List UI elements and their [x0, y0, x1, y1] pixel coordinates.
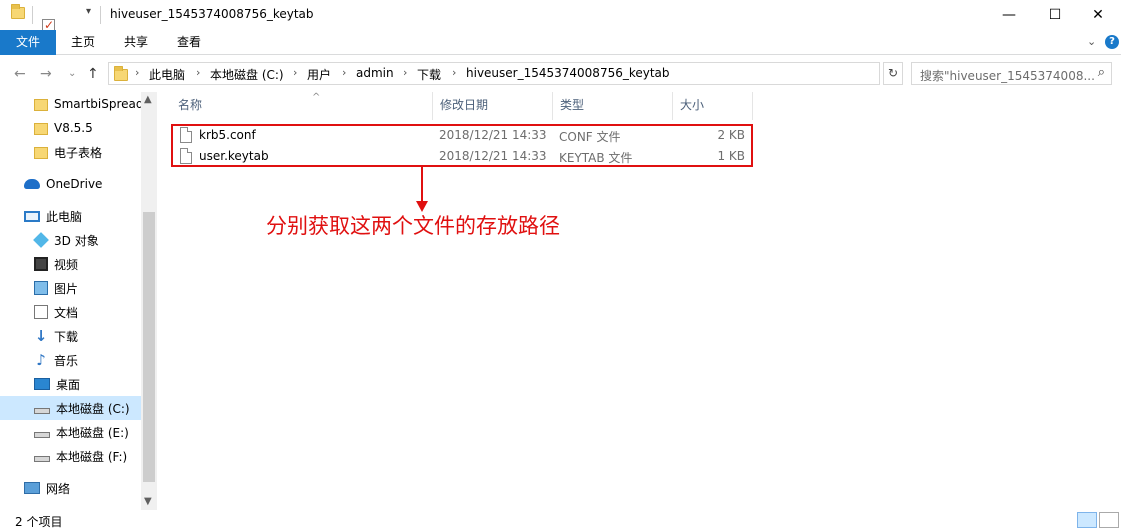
- desktop-icon: [34, 378, 50, 390]
- tab-share[interactable]: 共享: [113, 30, 159, 55]
- expand-ribbon-chevron-icon[interactable]: ⌄: [1087, 35, 1096, 48]
- search-input[interactable]: 搜索"hiveuser_1545374008... ⌕: [911, 62, 1112, 85]
- nav-item-spreadsheets[interactable]: 电子表格: [0, 140, 141, 164]
- drive-icon: [34, 408, 50, 414]
- music-icon: ♪: [36, 351, 46, 369]
- breadcrumb-separator-icon[interactable]: ›: [196, 66, 200, 79]
- status-bar: 2 个项目: [0, 510, 1121, 530]
- network-icon: [24, 482, 40, 494]
- breadcrumb-separator-icon[interactable]: ›: [135, 66, 139, 79]
- close-button[interactable]: ✕: [1075, 0, 1121, 30]
- navigation-pane: SmartbiSpread V8.5.5 电子表格 OneDrive 此电脑 3…: [0, 92, 157, 510]
- breadcrumb-separator-icon[interactable]: ›: [293, 66, 297, 79]
- refresh-button[interactable]: ↻: [883, 62, 903, 85]
- nav-item-smartbispread[interactable]: SmartbiSpread: [0, 92, 144, 116]
- annotation-arrow-line: [421, 167, 423, 205]
- folder-icon: [11, 4, 25, 19]
- scroll-down-arrow-icon[interactable]: ▼: [144, 496, 152, 507]
- pictures-icon: [34, 281, 48, 295]
- documents-icon: [34, 305, 48, 319]
- address-row: ← → ⌄ ↑ › 此电脑 › 本地磁盘 (C:) › 用户 › admin ›…: [0, 56, 1121, 92]
- breadcrumb-downloads[interactable]: 下载: [417, 66, 441, 83]
- maximize-button[interactable]: ☐: [1032, 0, 1078, 30]
- scrollbar-thumb[interactable]: [143, 212, 155, 482]
- column-header-modified[interactable]: 修改日期: [433, 92, 553, 120]
- nav-item-videos[interactable]: 视频: [0, 252, 141, 276]
- folder-icon: [34, 123, 48, 135]
- annotation-text: 分别获取这两个文件的存放路径: [266, 214, 560, 238]
- recent-locations-chevron-icon[interactable]: ⌄: [68, 68, 76, 79]
- nav-item-desktop[interactable]: 桌面: [0, 372, 141, 396]
- search-icon: ⌕: [1097, 65, 1105, 80]
- up-arrow-icon[interactable]: ↑: [87, 66, 99, 82]
- window-title: hiveuser_1545374008756_keytab: [110, 7, 314, 21]
- tab-home[interactable]: 主页: [60, 30, 106, 55]
- search-placeholder: 搜索"hiveuser_1545374008...: [920, 69, 1095, 83]
- nav-item-onedrive[interactable]: OneDrive: [0, 172, 141, 196]
- divider: [100, 6, 101, 24]
- breadcrumb-users[interactable]: 用户: [307, 66, 331, 83]
- folder-icon: [34, 99, 48, 111]
- forward-arrow-icon[interactable]: →: [40, 66, 52, 82]
- nav-item-downloads[interactable]: ↓ 下载: [0, 324, 141, 348]
- breadcrumb-separator-icon[interactable]: ›: [342, 66, 346, 79]
- back-arrow-icon[interactable]: ←: [14, 66, 26, 82]
- nav-scrollbar[interactable]: ▲ ▼: [141, 92, 157, 510]
- breadcrumb-separator-icon[interactable]: ›: [452, 66, 456, 79]
- item-count: 2 个项目: [15, 515, 63, 529]
- nav-item-network[interactable]: 网络: [0, 476, 141, 500]
- nav-item-music[interactable]: ♪ 音乐: [0, 348, 141, 372]
- nav-item-v855[interactable]: V8.5.5: [0, 116, 141, 140]
- nav-item-3d-objects[interactable]: 3D 对象: [0, 228, 141, 252]
- column-header-size[interactable]: 大小: [673, 92, 753, 120]
- drive-icon: [34, 456, 50, 462]
- large-icons-view-icon[interactable]: [1099, 512, 1119, 528]
- ribbon: 文件 主页 共享 查看 ⌄ ?: [0, 30, 1121, 55]
- folder-icon: [114, 66, 128, 81]
- folder-icon: [34, 147, 48, 159]
- help-icon[interactable]: ?: [1105, 35, 1119, 49]
- nav-item-pictures[interactable]: 图片: [0, 276, 141, 300]
- column-header-name[interactable]: 名称 ^: [171, 92, 433, 120]
- tab-view[interactable]: 查看: [166, 30, 212, 55]
- tab-file[interactable]: 文件: [0, 30, 56, 55]
- breadcrumb-separator-icon[interactable]: ›: [403, 66, 407, 79]
- customize-toolbar-chevron-icon[interactable]: ▾: [86, 6, 91, 17]
- column-header-type[interactable]: 类型: [553, 92, 673, 120]
- scroll-up-arrow-icon[interactable]: ▲: [144, 94, 152, 105]
- breadcrumb-admin[interactable]: admin: [356, 66, 394, 80]
- sort-ascending-icon: ^: [312, 92, 321, 103]
- breadcrumb-current-folder[interactable]: hiveuser_1545374008756_keytab: [466, 66, 670, 80]
- title-bar: ▾ hiveuser_1545374008756_keytab — ☐ ✕: [0, 0, 1121, 45]
- drive-icon: [34, 432, 50, 438]
- breadcrumb-this-pc[interactable]: 此电脑: [149, 66, 185, 83]
- highlight-box: [171, 124, 753, 167]
- nav-item-drive-f[interactable]: 本地磁盘 (F:): [0, 444, 141, 468]
- nav-item-drive-c[interactable]: 本地磁盘 (C:): [0, 396, 141, 420]
- pc-icon: [24, 210, 40, 222]
- nav-item-drive-e[interactable]: 本地磁盘 (E:): [0, 420, 141, 444]
- 3d-objects-icon: [33, 232, 49, 248]
- minimize-button[interactable]: —: [986, 0, 1032, 30]
- breadcrumb-drive-c[interactable]: 本地磁盘 (C:): [210, 66, 284, 83]
- nav-item-documents[interactable]: 文档: [0, 300, 141, 324]
- downloads-icon: ↓: [34, 327, 48, 345]
- onedrive-icon: [24, 179, 40, 189]
- divider: [32, 6, 33, 24]
- nav-item-this-pc[interactable]: 此电脑: [0, 204, 141, 228]
- address-bar[interactable]: › 此电脑 › 本地磁盘 (C:) › 用户 › admin › 下载 › hi…: [108, 62, 973, 85]
- details-view-icon[interactable]: [1077, 512, 1097, 528]
- video-icon: [34, 257, 48, 271]
